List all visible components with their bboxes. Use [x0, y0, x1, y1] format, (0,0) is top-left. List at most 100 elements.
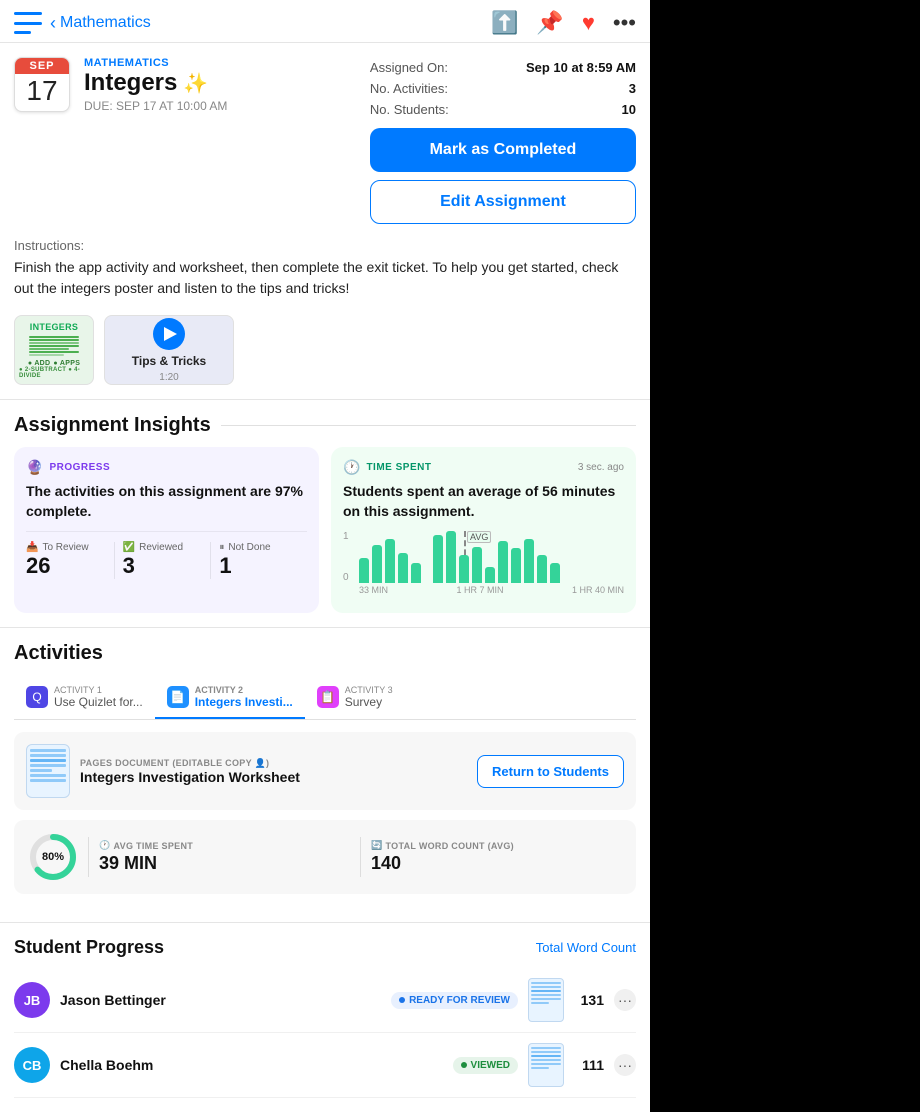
chart-bar — [372, 545, 382, 583]
chart-bar — [359, 558, 369, 583]
activity-tab-1[interactable]: Q ACTIVITY 1 Use Quizlet for... — [14, 677, 155, 719]
chart-bar — [433, 535, 443, 583]
doc-thumbnail — [26, 744, 70, 798]
chart-bar — [472, 547, 482, 583]
student-progress-header: Student Progress Total Word Count — [14, 937, 636, 958]
donut-label: 80% — [42, 851, 64, 863]
progress-description: The activities on this assignment are 97… — [26, 482, 307, 521]
students-value: 10 — [622, 102, 636, 117]
subject-label: MATHEMATICS — [84, 57, 360, 69]
document-card: PAGES DOCUMENT (EDITABLE COPY 👤) Integer… — [14, 732, 636, 810]
total-word-count-link[interactable]: Total Word Count — [536, 940, 636, 955]
time-type-label: TIME SPENT — [366, 462, 431, 473]
student-row: CB Chella Boehm VIEWED 111 ··· — [14, 1033, 636, 1098]
toolbar-icons: ⬆️ 📌 ♥ ••• — [491, 10, 636, 36]
badge-dot — [399, 997, 405, 1003]
chart-y-bottom: 0 — [343, 572, 349, 583]
calendar-day: 17 — [15, 74, 69, 111]
chevron-left-icon: ‹ — [50, 13, 56, 34]
word-count-value: 140 — [371, 853, 622, 874]
assignment-title-block: MATHEMATICS Integers ✨ DUE: SEP 17 AT 10… — [84, 57, 360, 113]
student-more-cb[interactable]: ··· — [614, 1054, 636, 1076]
student-doc-thumb-jb — [528, 978, 564, 1022]
chart-bar — [511, 548, 521, 583]
share-icon[interactable]: ⬆️ — [491, 10, 518, 36]
chart-bar — [398, 553, 408, 583]
pin-icon[interactable]: 📌 — [536, 10, 563, 36]
chart-bar — [385, 539, 395, 583]
edit-assignment-button[interactable]: Edit Assignment — [370, 180, 636, 224]
top-bar: ‹ Mathematics ⬆️ 📌 ♥ ••• — [0, 0, 650, 43]
reviewed-stat: ✅ Reviewed 3 — [115, 542, 212, 579]
activities-row: No. Activities: 3 — [370, 78, 636, 99]
calendar-badge: SEP 17 — [14, 57, 70, 112]
time-card: 🕐 TIME SPENT 3 sec. ago Students spent a… — [331, 447, 636, 613]
insights-grid: 🔮 PROGRESS The activities on this assign… — [0, 447, 650, 627]
student-avatar-cb: CB — [14, 1047, 50, 1083]
doc-info: PAGES DOCUMENT (EDITABLE COPY 👤) Integer… — [80, 758, 467, 785]
chart-bar — [446, 531, 456, 583]
activities-value: 3 — [629, 81, 636, 96]
attachments-row: INTEGERS ● ADD● APPS ● 2-SUBTRACT ● 4-DI… — [0, 307, 650, 399]
assignment-header: SEP 17 MATHEMATICS Integers ✨ DUE: SEP 1… — [14, 43, 360, 113]
avg-time-stat: 🕐 AVG TIME SPENT 39 MIN — [99, 840, 350, 874]
activity-tab-2[interactable]: 📄 ACTIVITY 2 Integers Investi... — [155, 677, 305, 719]
stats-divider — [88, 837, 89, 877]
quizlet-icon: Q — [26, 686, 48, 708]
time-description: Students spent an average of 56 minutes … — [343, 482, 624, 521]
activity-tabs: Q ACTIVITY 1 Use Quizlet for... 📄 ACTIVI… — [14, 677, 636, 720]
student-avatar-jb: JB — [14, 982, 50, 1018]
students-label: No. Students: — [370, 102, 449, 117]
avg-time-value: 39 MIN — [99, 853, 350, 874]
time-type-icon: 🕐 — [343, 459, 360, 476]
student-status-cb: VIEWED — [453, 1057, 518, 1074]
assigned-on-row: Assigned On: Sep 10 at 8:59 AM — [370, 57, 636, 78]
activity-tab-3[interactable]: 📋 ACTIVITY 3 Survey — [305, 677, 405, 719]
donut-chart: 80% — [28, 832, 78, 882]
inbox-icon: 📥 — [26, 542, 38, 553]
student-name-cb: Chella Boehm — [60, 1057, 443, 1073]
return-to-students-button[interactable]: Return to Students — [477, 755, 624, 788]
sidebar-toggle[interactable] — [14, 12, 42, 34]
not-done-stat: ⏸ Not Done 1 — [211, 542, 307, 579]
video-title: Tips & Tricks — [132, 354, 206, 368]
poster-attachment[interactable]: INTEGERS ● ADD● APPS ● 2-SUBTRACT ● 4-DI… — [14, 315, 94, 385]
student-doc-thumb-cb — [528, 1043, 564, 1087]
mark-completed-button[interactable]: Mark as Completed — [370, 128, 636, 172]
instructions-section: Instructions: Finish the app activity an… — [0, 224, 650, 307]
activity-stats-bar: 80% 🕐 AVG TIME SPENT 39 MIN 🔄 TOTAL WORD… — [14, 820, 636, 894]
insights-title: Assignment Insights — [14, 414, 211, 437]
play-button[interactable] — [153, 318, 185, 350]
chart-y-top: 1 — [343, 531, 349, 542]
student-more-jb[interactable]: ··· — [614, 989, 636, 1011]
student-word-count-cb: 111 — [574, 1057, 604, 1073]
activities-label: No. Activities: — [370, 81, 448, 96]
more-icon[interactable]: ••• — [613, 10, 636, 36]
heart-icon[interactable]: ♥ — [582, 10, 595, 36]
badge-dot-viewed — [461, 1062, 467, 1068]
back-label: Mathematics — [60, 14, 151, 32]
check-icon: ✅ — [123, 542, 135, 553]
student-status-jb: READY FOR REVIEW — [391, 992, 518, 1009]
activities-section: Activities Q ACTIVITY 1 Use Quizlet for.… — [0, 628, 650, 922]
to-review-stat: 📥 To Review 26 — [26, 542, 115, 579]
activities-title: Activities — [14, 642, 636, 665]
assignment-title: Integers ✨ — [84, 69, 360, 97]
x-label-67: 1 HR 7 MIN — [456, 585, 503, 595]
word-count-icon: 🔄 — [371, 840, 383, 851]
assigned-on-label: Assigned On: — [370, 60, 448, 75]
insights-section-header: Assignment Insights — [0, 400, 650, 447]
chart-bar — [524, 539, 534, 583]
video-attachment[interactable]: Tips & Tricks 1:20 — [104, 315, 234, 385]
pending-icon: ⏸ — [219, 542, 224, 553]
progress-card: 🔮 PROGRESS The activities on this assign… — [14, 447, 319, 613]
back-navigation[interactable]: ‹ Mathematics — [50, 13, 151, 34]
video-duration: 1:20 — [159, 372, 178, 383]
pages-icon: 📄 — [167, 686, 189, 708]
chart-bar — [411, 563, 421, 583]
student-name-jb: Jason Bettinger — [60, 992, 381, 1008]
due-date: DUE: SEP 17 AT 10:00 AM — [84, 99, 360, 113]
instructions-label: Instructions: — [14, 238, 636, 253]
stats-divider-2 — [360, 837, 361, 877]
clock-icon-small: 🕐 — [99, 840, 111, 851]
